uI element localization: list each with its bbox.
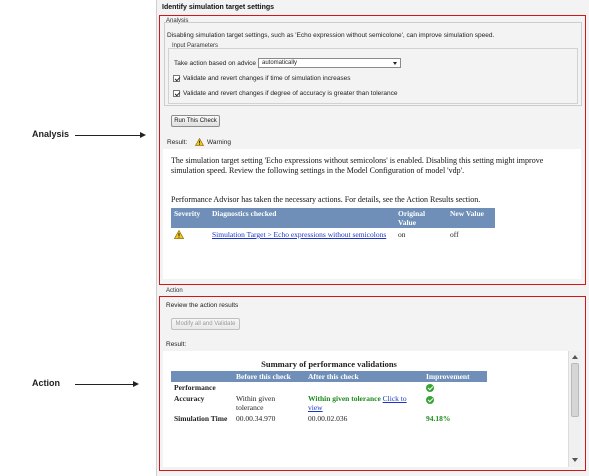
perf-header-before: Before this check	[233, 371, 305, 382]
analysis-arrow-head	[140, 132, 146, 138]
sim-time-after-value: 00.00.02.036	[308, 414, 348, 424]
time-increase-checkbox[interactable]	[173, 75, 180, 82]
performance-table: Before this check After this check Impro…	[171, 371, 487, 424]
warning-icon	[173, 229, 185, 239]
diag-header-new: New Value	[447, 208, 495, 228]
diag-original-value: on	[395, 228, 447, 243]
analysis-callout-label: Analysis	[32, 129, 70, 139]
scroll-up-arrow-icon[interactable]	[572, 355, 578, 359]
action-callout-arrow	[75, 384, 134, 385]
action-group-legend: Action	[166, 288, 183, 294]
perf-header-blank	[171, 371, 233, 382]
table-row: Simulation Time 00.00.34.970 00.00.02.03…	[171, 413, 487, 424]
result-status: Warning	[207, 139, 231, 146]
perf-row-label: Accuracy	[174, 394, 205, 404]
action-result-label: Result:	[166, 341, 187, 348]
perf-header-improvement: Improvement	[423, 371, 487, 382]
perf-table-title: Summary of performance validations	[261, 359, 397, 369]
accuracy-tolerance-checkbox-label: Validate and revert changes if degree of…	[183, 90, 398, 97]
accuracy-after-cell: Within given tolerance Click to view	[305, 393, 423, 413]
check-circle-icon	[426, 384, 434, 393]
check-title: Identify simulation target settings	[162, 4, 275, 11]
table-row: Accuracy Within given tolerance Within g…	[171, 393, 487, 413]
diag-severity-cell	[171, 228, 209, 243]
action-results-scrollbar[interactable]	[568, 351, 581, 467]
perf-row-label: Performance	[174, 383, 216, 392]
table-row: Performance	[171, 382, 487, 393]
accuracy-after-value: Within given tolerance	[308, 394, 381, 404]
diag-header-diagnostics: Diagnostics checked	[209, 208, 395, 228]
scroll-down-arrow-icon[interactable]	[572, 458, 578, 462]
run-this-check-button[interactable]: Run This Check	[171, 115, 220, 127]
analysis-callout-arrow	[75, 135, 141, 136]
review-text: Review the action results	[166, 302, 239, 309]
perf-before-value	[233, 382, 305, 393]
perf-header-after: After this check	[305, 371, 423, 382]
diag-header-severity: Severity	[171, 208, 209, 228]
chevron-down-icon	[393, 62, 397, 65]
action-callout-label: Action	[32, 378, 60, 388]
diagnostics-table: Severity Diagnostics checked Original Va…	[171, 208, 495, 243]
perf-row-label: Simulation Time	[174, 414, 228, 424]
warning-icon	[195, 138, 204, 146]
sim-time-improvement: 94.18%	[426, 414, 451, 424]
diagnostic-link[interactable]: Simulation Target > Echo expressions wit…	[212, 230, 386, 239]
advisor-paragraph: Performance Advisor has taken the necess…	[171, 195, 481, 204]
result-paragraph: The simulation target setting 'Echo expr…	[171, 156, 544, 175]
take-action-value: automatically	[262, 60, 298, 66]
perf-after-value	[305, 382, 423, 393]
accuracy-tolerance-checkbox[interactable]	[173, 90, 180, 97]
diag-header-original: Original Value	[395, 208, 447, 228]
check-circle-icon	[426, 395, 434, 404]
scrollbar-thumb[interactable]	[571, 363, 579, 417]
result-label: Result:	[167, 139, 188, 146]
sim-time-before-value: 00.00.34.970	[236, 414, 276, 424]
time-increase-checkbox-label: Validate and revert changes if time of s…	[183, 75, 351, 82]
diag-new-value: off	[447, 228, 495, 243]
accuracy-before-value: Within given tolerance	[236, 394, 276, 413]
modify-all-validate-button[interactable]: Modify all and Validate	[171, 318, 240, 330]
table-row: Simulation Target > Echo expressions wit…	[171, 228, 495, 243]
analysis-description: Disabling simulation target settings, su…	[167, 32, 495, 39]
take-action-select[interactable]: automatically	[258, 58, 401, 68]
take-action-label: Take action based on advice	[174, 60, 257, 67]
action-arrow-head	[133, 381, 139, 387]
